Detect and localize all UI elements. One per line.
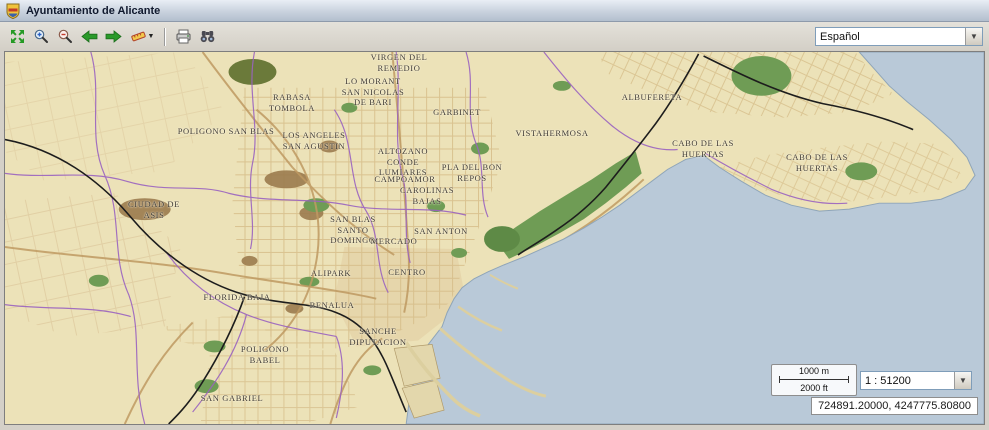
forward-arrow-icon bbox=[105, 30, 122, 43]
measure-tool-icon bbox=[130, 31, 146, 42]
chevron-down-icon[interactable]: ▼ bbox=[954, 372, 971, 389]
print-button[interactable] bbox=[172, 26, 194, 48]
scale-bar-imperial: 2000 ft bbox=[800, 383, 828, 393]
search-button[interactable] bbox=[196, 26, 218, 48]
print-icon bbox=[176, 29, 190, 44]
application-window: Ayuntamiento de Alicante ▼ Español ▼ VIR… bbox=[0, 0, 989, 430]
chevron-down-icon[interactable]: ▼ bbox=[965, 28, 982, 45]
map-frame: VIRGEN DEL REMEDIO LO MORANT SAN NICOLAS DE … bbox=[0, 51, 989, 429]
language-select[interactable]: Español ▼ bbox=[815, 27, 983, 46]
zoom-out-icon bbox=[58, 29, 72, 43]
map-viewport[interactable]: VIRGEN DEL REMEDIO LO MORANT SAN NICOLAS DE … bbox=[4, 51, 985, 425]
scale-bar-metric: 1000 m bbox=[798, 366, 830, 376]
scale-select-value: 1 : 51200 bbox=[865, 374, 911, 387]
chevron-down-icon: ▼ bbox=[147, 33, 155, 40]
scale-select[interactable]: 1 : 51200 ▼ bbox=[860, 371, 972, 390]
zoom-in-button[interactable] bbox=[30, 26, 52, 48]
back-arrow-icon bbox=[80, 30, 97, 43]
language-select-value: Español bbox=[820, 30, 860, 43]
toolbar: ▼ Español ▼ bbox=[0, 22, 989, 51]
window-title: Ayuntamiento de Alicante bbox=[26, 4, 161, 17]
tools-dropdown-button[interactable]: ▼ bbox=[126, 26, 158, 48]
coat-of-arms-icon bbox=[6, 3, 20, 19]
search-icon bbox=[200, 31, 214, 43]
coordinates-display: 724891.20000, 4247775.80800 bbox=[811, 397, 978, 415]
zoom-out-button[interactable] bbox=[54, 26, 76, 48]
zoom-full-extent-button[interactable] bbox=[6, 26, 28, 48]
scale-bar: 1000 m 2000 ft bbox=[771, 364, 857, 396]
toolbar-separator bbox=[164, 27, 166, 46]
forward-button[interactable] bbox=[102, 26, 124, 48]
back-button[interactable] bbox=[78, 26, 100, 48]
zoom-full-extent-icon bbox=[10, 30, 24, 43]
zoom-in-icon bbox=[34, 29, 48, 43]
title-bar: Ayuntamiento de Alicante bbox=[0, 0, 989, 22]
